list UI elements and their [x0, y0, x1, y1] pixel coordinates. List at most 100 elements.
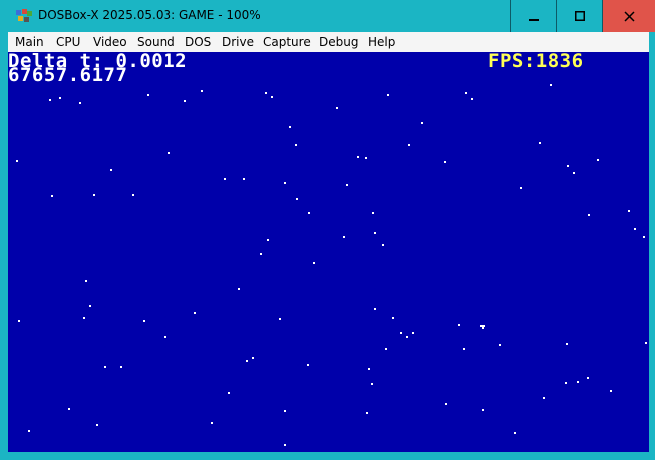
star — [366, 412, 368, 414]
menu-capture[interactable]: Capture — [263, 35, 311, 49]
star — [610, 390, 612, 392]
star — [539, 142, 541, 144]
star — [573, 172, 575, 174]
star — [368, 368, 370, 370]
star — [238, 288, 240, 290]
maximize-button[interactable] — [556, 0, 602, 32]
star — [336, 107, 338, 109]
star — [374, 308, 376, 310]
star — [499, 344, 501, 346]
star — [406, 336, 408, 338]
star — [307, 364, 309, 366]
fps-counter: FPS:1836 — [488, 52, 584, 72]
minimize-button[interactable] — [510, 0, 556, 32]
star — [271, 96, 273, 98]
star — [49, 99, 51, 101]
star — [471, 98, 473, 100]
star — [643, 236, 645, 238]
dosbox-app-icon[interactable] — [15, 8, 33, 24]
window-title: DOSBox-X 2025.05.03: GAME - 100% — [38, 8, 261, 22]
star — [385, 348, 387, 350]
star — [93, 194, 95, 196]
menu-video[interactable]: Video — [93, 35, 127, 49]
star — [374, 232, 376, 234]
star — [284, 182, 286, 184]
star — [89, 305, 91, 307]
star — [514, 432, 516, 434]
menu-dos[interactable]: DOS — [185, 35, 211, 49]
star — [243, 178, 245, 180]
star — [408, 144, 410, 146]
menu-help[interactable]: Help — [368, 35, 395, 49]
star — [201, 90, 203, 92]
star — [51, 195, 53, 197]
star — [96, 424, 98, 426]
star — [284, 410, 286, 412]
star — [308, 212, 310, 214]
dosbox-window: DOSBox-X 2025.05.03: GAME - 100% Main CP… — [0, 0, 655, 460]
star — [543, 397, 545, 399]
star — [392, 317, 394, 319]
star — [246, 360, 248, 362]
menu-bar: Main CPU Video Sound DOS Drive Capture D… — [8, 32, 649, 52]
star — [371, 383, 373, 385]
star — [365, 157, 367, 159]
star — [520, 187, 522, 189]
star — [211, 422, 213, 424]
star — [587, 377, 589, 379]
close-button[interactable] — [602, 0, 655, 32]
star — [463, 348, 465, 350]
star — [16, 160, 18, 162]
star — [164, 336, 166, 338]
star — [634, 228, 636, 230]
star — [645, 342, 647, 344]
star — [267, 239, 269, 241]
star — [588, 214, 590, 216]
star — [628, 210, 630, 212]
menu-drive[interactable]: Drive — [222, 35, 254, 49]
star — [59, 97, 61, 99]
menu-debug[interactable]: Debug — [319, 35, 358, 49]
star — [28, 430, 30, 432]
star — [260, 253, 262, 255]
star — [482, 327, 484, 329]
star — [224, 178, 226, 180]
star — [110, 169, 112, 171]
star — [346, 184, 348, 186]
star — [120, 366, 122, 368]
star — [458, 324, 460, 326]
star — [104, 366, 106, 368]
menu-cpu[interactable]: CPU — [56, 35, 80, 49]
minimize-icon — [528, 19, 539, 21]
star — [184, 100, 186, 102]
star — [265, 92, 267, 94]
menu-main[interactable]: Main — [15, 35, 44, 49]
star — [387, 94, 389, 96]
star — [400, 332, 402, 334]
player-ship — [480, 325, 485, 327]
star — [444, 161, 446, 163]
star — [143, 320, 145, 322]
title-bar[interactable]: DOSBox-X 2025.05.03: GAME - 100% — [0, 0, 655, 32]
star — [296, 198, 298, 200]
star — [465, 92, 467, 94]
star — [482, 409, 484, 411]
star — [168, 152, 170, 154]
star — [18, 320, 20, 322]
menu-sound[interactable]: Sound — [137, 35, 175, 49]
dos-game-screen[interactable]: Delta t: 0.0012 67657.6177 FPS:1836 — [8, 52, 649, 452]
value-readout: 67657.6177 — [8, 64, 128, 86]
star — [357, 156, 359, 158]
star — [252, 357, 254, 359]
window-bottom-border — [0, 452, 655, 460]
star — [550, 84, 552, 86]
star — [313, 262, 315, 264]
star — [289, 126, 291, 128]
star — [421, 122, 423, 124]
star — [412, 332, 414, 334]
star — [68, 408, 70, 410]
star — [295, 144, 297, 146]
star — [372, 212, 374, 214]
star — [228, 392, 230, 394]
star — [343, 236, 345, 238]
